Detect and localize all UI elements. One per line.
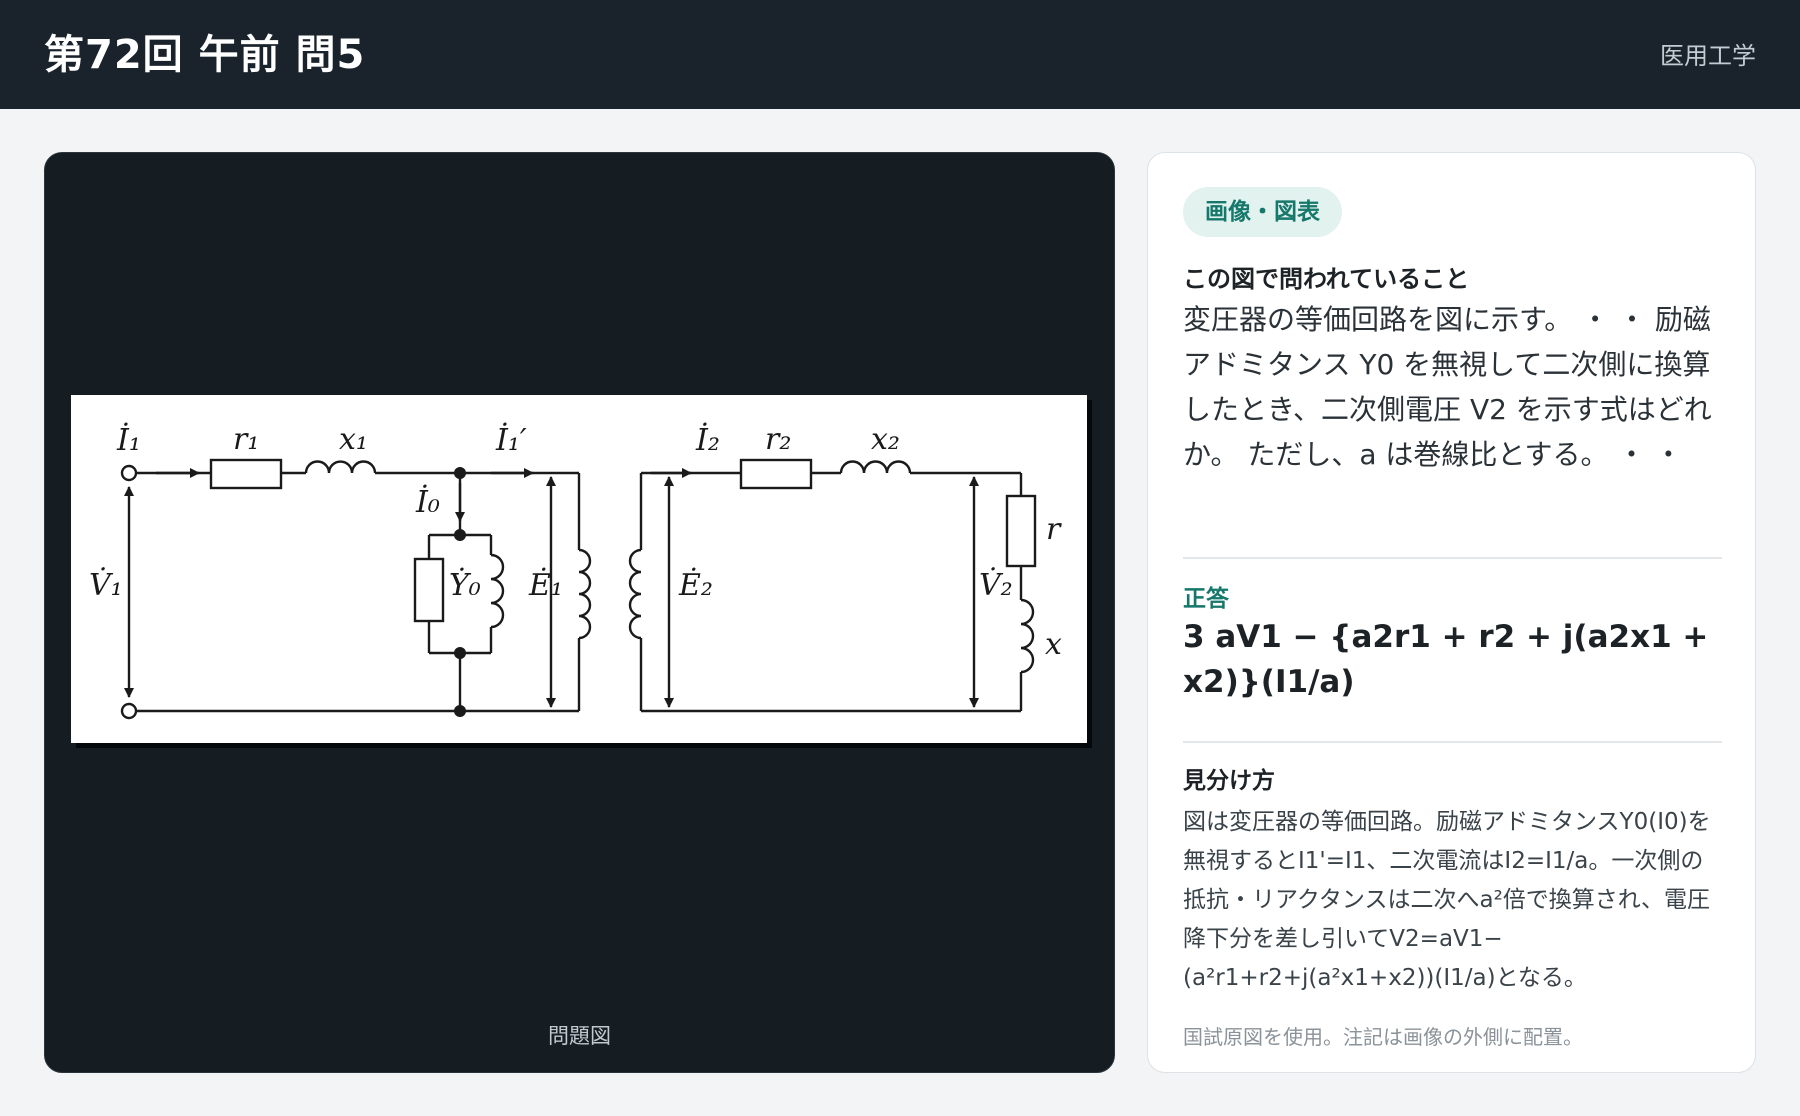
subject-label: 医用工学: [1660, 42, 1756, 70]
label-x: x: [1045, 627, 1062, 662]
answer-label: 正答: [1183, 586, 1229, 612]
label-r2: r₂: [765, 422, 791, 457]
page-title: 第72回 午前 問5: [44, 32, 366, 78]
question-text: 変圧器の等価回路を図に示す。 ・ ・ 励磁アドミタンス Y0 を無視して二次側に…: [1183, 303, 1712, 471]
header-bar: 第72回 午前 問5 医用工学: [0, 0, 1800, 109]
label-I0: İ₀: [415, 484, 440, 520]
hint-text: 図は変圧器の等価回路。励磁アドミタンスY0(I0)を無視するとI1'=I1、二次…: [1183, 809, 1711, 991]
info-panel: 画像・図表 この図で問われていること 変圧器の等価回路を図に示す。 ・ ・ 励磁…: [1147, 152, 1756, 1073]
label-I1-prime: İ₁′: [495, 422, 527, 458]
circuit-diagram: İ₁ r₁ x₁ İ₁′ İ₀ V̇₁ Ẏ₀ Ė₁ Ė₂ İ₂ r₂ x₂ r …: [71, 395, 1087, 743]
label-V1: V̇₁: [89, 568, 123, 603]
label-x1: x₁: [339, 422, 368, 457]
footnote: 国試原図を使用。注記は画像の外側に配置。: [1183, 1025, 1583, 1049]
answer-text: 3 aV1 − {a2r1 + r2 + j(a2x1 + x2)}(I1/a): [1183, 619, 1709, 700]
figure-panel: İ₁ r₁ x₁ İ₁′ İ₀ V̇₁ Ẏ₀ Ė₁ Ė₂ İ₂ r₂ x₂ r …: [44, 152, 1115, 1073]
label-V2: V̇₂: [979, 568, 1013, 603]
label-Y0: Ẏ₀: [449, 567, 481, 603]
hint-label: 見分け方: [1183, 768, 1275, 794]
label-E2: Ė₂: [678, 567, 713, 603]
label-r1: r₁: [233, 422, 259, 457]
label-r: r: [1046, 512, 1062, 547]
label-I2: İ₂: [695, 422, 720, 458]
label-I1: İ₁: [116, 422, 141, 458]
divider: [1183, 557, 1722, 559]
divider: [1183, 741, 1722, 743]
label-E1: Ė₁: [528, 567, 563, 603]
category-tag: 画像・図表: [1183, 187, 1342, 237]
label-x2: x₂: [871, 422, 900, 457]
figure-caption: 問題図: [548, 1024, 611, 1048]
question-label: この図で問われていること: [1183, 265, 1470, 293]
